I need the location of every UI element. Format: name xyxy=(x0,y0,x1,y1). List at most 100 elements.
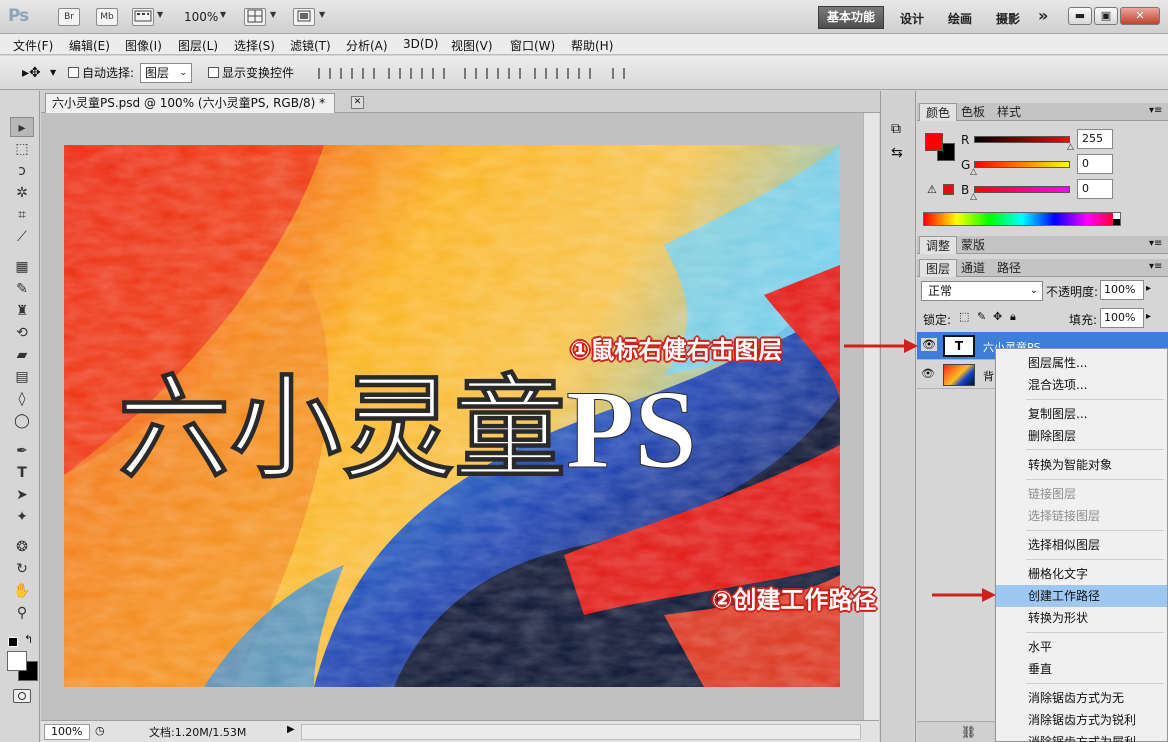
channel-g-input[interactable]: 0 xyxy=(1077,154,1113,174)
menu-item-antialias-none[interactable]: 消除锯齿方式为无 xyxy=(996,687,1167,709)
menu-item-create-work-path[interactable]: 创建工作路径 xyxy=(996,585,1167,607)
document-tab[interactable]: 六小灵童PS.psd @ 100% (六小灵童PS, RGB/8) * ✕ xyxy=(45,93,364,113)
auto-select-dropdown[interactable]: 图层 ⌄ xyxy=(140,63,192,83)
menu-analysis[interactable]: 分析(A) xyxy=(346,37,388,54)
distribute-vcenter-icon[interactable] xyxy=(486,68,499,79)
panel-menu-icon[interactable]: ▾≡ xyxy=(1149,261,1162,272)
menu-window[interactable]: 窗口(W) xyxy=(510,37,555,54)
opacity-input[interactable]: 100% xyxy=(1100,280,1144,300)
tab-color[interactable]: 颜色 xyxy=(919,103,958,121)
slider-handle-icon[interactable]: △ xyxy=(970,192,977,202)
zoom-tool-icon[interactable]: ⚲ xyxy=(10,603,34,623)
menu-filter[interactable]: 滤镜(T) xyxy=(290,37,331,54)
eraser-tool-icon[interactable]: ▰ xyxy=(10,345,34,365)
tab-paths[interactable]: 路径 xyxy=(991,259,1027,277)
menu-item-convert-to-smart-object[interactable]: 转换为智能对象 xyxy=(996,454,1167,476)
menu-item-duplicate-layer[interactable]: 复制图层... xyxy=(996,403,1167,425)
foreground-color-swatch[interactable] xyxy=(925,133,943,151)
channel-r-input[interactable]: 255 xyxy=(1077,129,1113,149)
auto-select-checkbox[interactable] xyxy=(68,65,79,79)
lock-image-icon[interactable]: ✎ xyxy=(977,310,986,323)
minimize-button[interactable]: ▬ xyxy=(1068,7,1092,25)
menu-item-select-similar-layers[interactable]: 选择相似图层 xyxy=(996,534,1167,556)
maximize-button[interactable]: ▣ xyxy=(1094,7,1118,25)
distribute-hcenter-icon[interactable] xyxy=(556,68,569,79)
menu-3d[interactable]: 3D(D) xyxy=(403,37,438,51)
close-button[interactable]: ✕ xyxy=(1120,7,1160,25)
gamut-color-chip[interactable] xyxy=(943,184,954,195)
bridge-button[interactable]: Br xyxy=(58,8,80,26)
quick-mask-icon[interactable] xyxy=(13,689,31,703)
workspace-photography[interactable]: 摄影 xyxy=(996,10,1020,27)
distribute-right-icon[interactable] xyxy=(578,68,591,79)
zoom-level-select[interactable]: 100% xyxy=(184,10,218,24)
fill-input[interactable]: 100% xyxy=(1100,308,1144,328)
magic-wand-tool-icon[interactable]: ✲ xyxy=(10,183,34,203)
menu-item-layer-properties[interactable]: 图层属性... xyxy=(996,352,1167,374)
brush-tool-icon[interactable]: ✎ xyxy=(10,279,34,299)
opacity-arrow-icon[interactable]: ▸ xyxy=(1146,283,1151,294)
lock-transparent-icon[interactable]: ⬚ xyxy=(959,310,969,323)
channel-g-slider[interactable] xyxy=(974,161,1070,168)
clone-stamp-tool-icon[interactable]: ♜ xyxy=(10,301,34,321)
menu-item-horizontal[interactable]: 水平 xyxy=(996,636,1167,658)
move-tool-icon[interactable]: ▸ xyxy=(10,117,34,137)
align-right-icon[interactable] xyxy=(432,68,445,79)
visibility-eye-icon[interactable]: 👁︎ xyxy=(921,367,935,380)
menu-item-vertical[interactable]: 垂直 xyxy=(996,658,1167,680)
lock-position-icon[interactable]: ✥ xyxy=(993,310,1002,323)
blur-tool-icon[interactable]: ◊ xyxy=(10,389,34,409)
crop-tool-icon[interactable]: ⌗ xyxy=(10,205,34,225)
type-tool-icon[interactable]: T xyxy=(10,463,34,483)
history-panel-icon[interactable]: ⧉ xyxy=(891,121,901,137)
status-zoom-field[interactable]: 100% xyxy=(44,724,90,740)
screen-mode-button[interactable] xyxy=(293,8,315,26)
tab-styles[interactable]: 样式 xyxy=(991,103,1027,121)
3d-orbit-tool-icon[interactable]: ↻ xyxy=(10,559,34,579)
menu-view[interactable]: 视图(V) xyxy=(451,37,493,54)
status-menu-arrow-icon[interactable]: ▶ xyxy=(287,724,295,735)
tab-layers[interactable]: 图层 xyxy=(919,259,958,277)
lock-all-icon[interactable]: 🔒︎ xyxy=(1010,310,1016,324)
chevron-down-icon[interactable]: ▼ xyxy=(270,10,276,19)
show-transform-checkbox[interactable] xyxy=(208,65,219,79)
mini-bridge-button[interactable]: Mb xyxy=(96,8,118,26)
distribute-left-icon[interactable] xyxy=(534,68,547,79)
chevron-down-icon[interactable]: ▼ xyxy=(319,10,325,19)
foreground-color-swatch[interactable] xyxy=(7,651,27,671)
distribute-bottom-icon[interactable] xyxy=(508,68,521,79)
channel-b-slider[interactable] xyxy=(974,186,1070,193)
color-spectrum-bar[interactable] xyxy=(923,212,1121,226)
gradient-tool-icon[interactable]: ▤ xyxy=(10,367,34,387)
menu-image[interactable]: 图像(I) xyxy=(125,37,162,54)
path-selection-tool-icon[interactable]: ➤ xyxy=(10,485,34,505)
tab-channels[interactable]: 通道 xyxy=(955,259,991,277)
3d-rotate-tool-icon[interactable]: ❂ xyxy=(10,537,34,557)
menu-help[interactable]: 帮助(H) xyxy=(571,37,613,54)
view-extras-button[interactable] xyxy=(132,8,154,26)
align-bottom-icon[interactable] xyxy=(362,68,375,79)
black-white-chips[interactable] xyxy=(1113,213,1120,225)
move-tool-icon[interactable]: ▸✥ xyxy=(22,65,41,81)
out-of-gamut-warning-icon[interactable]: ⚠ xyxy=(927,183,937,196)
panel-menu-icon[interactable]: ▾≡ xyxy=(1149,238,1162,249)
swap-colors-icon[interactable]: ↰ xyxy=(24,633,33,646)
slider-handle-icon[interactable]: △ xyxy=(970,167,977,177)
workspace-design[interactable]: 设计 xyxy=(900,10,924,27)
status-info-icon[interactable]: ◷ xyxy=(95,724,105,737)
pen-tool-icon[interactable]: ✒ xyxy=(10,441,34,461)
align-left-icon[interactable] xyxy=(388,68,401,79)
marquee-tool-icon[interactable]: ⬚ xyxy=(10,139,34,159)
actions-panel-icon[interactable]: ⇆ xyxy=(891,145,903,161)
auto-align-icon[interactable] xyxy=(612,68,625,79)
hand-tool-icon[interactable]: ✋ xyxy=(10,581,34,601)
healing-brush-tool-icon[interactable]: ▦ xyxy=(10,257,34,277)
distribute-top-icon[interactable] xyxy=(464,68,477,79)
tab-masks[interactable]: 蒙版 xyxy=(955,236,991,254)
align-hcenter-icon[interactable] xyxy=(410,68,423,79)
align-vcenter-icon[interactable] xyxy=(340,68,353,79)
lasso-tool-icon[interactable]: ↄ xyxy=(10,161,34,181)
align-top-icon[interactable] xyxy=(318,68,331,79)
menu-file[interactable]: 文件(F) xyxy=(13,37,53,54)
arrange-documents-button[interactable] xyxy=(244,8,266,26)
